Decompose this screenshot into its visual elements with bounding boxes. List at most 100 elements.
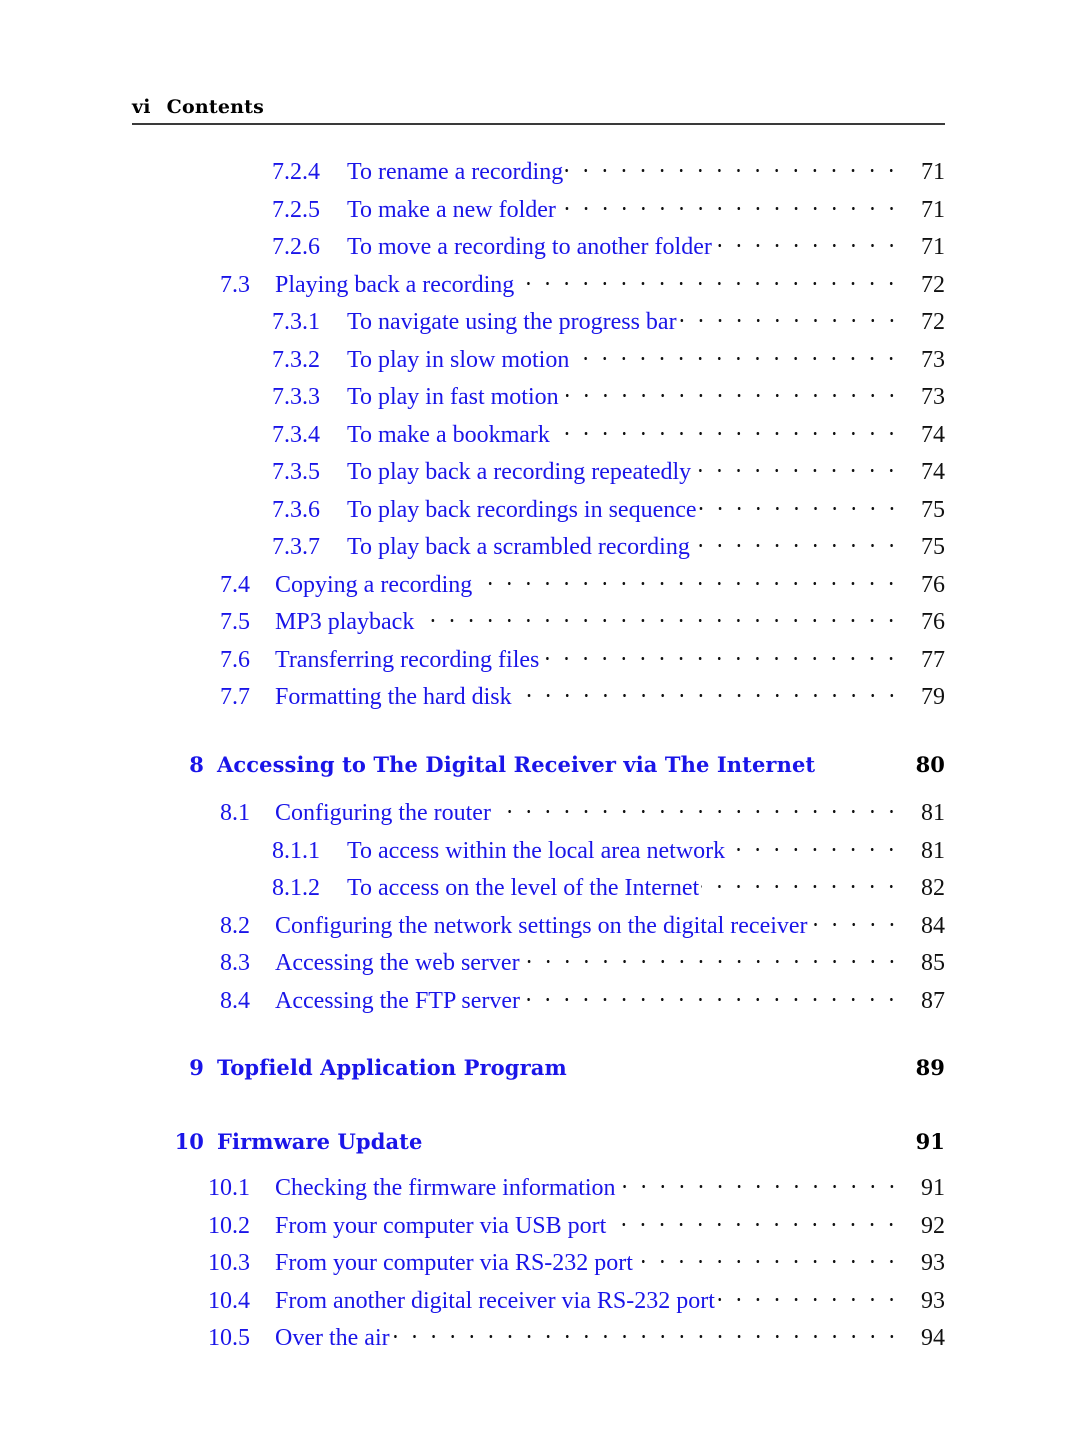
toc-dot-leader bbox=[569, 1051, 901, 1075]
toc-entry[interactable]: 7.3.5 To play back a recording repeatedly… bbox=[132, 455, 945, 493]
toc-entry-number: 7.3.6 bbox=[272, 496, 320, 523]
toc-entry-title: From your computer via USB port bbox=[275, 1212, 607, 1239]
toc-entry-page-number: 79 bbox=[921, 684, 945, 710]
toc-entry-title: Accessing the web server bbox=[275, 950, 520, 976]
toc-entry[interactable]: 10.2 From your computer via USB port 92 bbox=[132, 1209, 945, 1247]
toc-entry-title: To access on the level of the Internet bbox=[347, 875, 700, 901]
toc-entry[interactable]: 8.3 Accessing the web server 85 bbox=[132, 946, 945, 984]
toc-dot-leader bbox=[565, 155, 901, 179]
toc-entry-number: 9 bbox=[189, 1055, 204, 1080]
toc-entry[interactable]: 7.7 Formatting the hard disk 79 bbox=[132, 680, 945, 718]
toc-dot-leader bbox=[701, 871, 901, 895]
toc-entry[interactable]: 7.2.4 To rename a recording 71 bbox=[132, 155, 945, 193]
toc-entry-page-number: 80 bbox=[915, 751, 945, 777]
toc-entry-page-number: 81 bbox=[921, 800, 945, 826]
toc-entry-title: To rename a recording bbox=[347, 159, 564, 185]
toc-dot-leader bbox=[617, 1171, 901, 1195]
toc-dot-leader bbox=[698, 493, 901, 517]
toc-entry-number: 10 bbox=[174, 1128, 204, 1154]
toc-entry[interactable]: 7.3.6 To play back recordings in sequence… bbox=[132, 493, 945, 531]
table-of-contents: 7.2.4 To rename a recording 71 7.2.5 To make… bbox=[132, 155, 945, 1359]
toc-entry-number: 10.3 bbox=[208, 1250, 250, 1276]
toc-entry-number: 10.5 bbox=[208, 1325, 250, 1351]
toc-dot-leader bbox=[513, 680, 901, 704]
toc-entry[interactable]: 10.4 From another digital receiver via RS… bbox=[132, 1284, 945, 1322]
toc-entry-number: 8.1.2 bbox=[272, 875, 320, 901]
toc-entry-page-number: 72 bbox=[921, 271, 945, 298]
toc-entry[interactable]: 7.3.1 To navigate using the progress bar 7… bbox=[132, 305, 945, 343]
toc-entry[interactable]: 7.2.5 To make a new folder 71 bbox=[132, 193, 945, 231]
toc-entry[interactable]: 8.2 Configuring the network settings on t… bbox=[132, 909, 945, 947]
toc-entry-number: 7.6 bbox=[220, 646, 250, 673]
running-head-title: Contents bbox=[166, 96, 265, 118]
running-header-text: vi Contents bbox=[132, 96, 945, 118]
toc-entry-number: 7.2.4 bbox=[272, 159, 320, 185]
toc-dot-leader bbox=[516, 268, 901, 292]
toc-entry[interactable]: 7.6 Transferring recording files 77 bbox=[132, 643, 945, 681]
toc-entry-page-number: 81 bbox=[921, 837, 945, 864]
toc-entry-number: 8.4 bbox=[220, 987, 250, 1014]
toc-entry[interactable]: 8.1.1 To access within the local area net… bbox=[132, 834, 945, 872]
toc-entry[interactable]: 10.5 Over the air 94 bbox=[132, 1321, 945, 1359]
toc-dot-leader bbox=[608, 1209, 901, 1233]
toc-entry-title: To play back recordings in sequence bbox=[347, 496, 697, 523]
toc-entry-page-number: 73 bbox=[921, 384, 945, 410]
toc-entry-page-number: 93 bbox=[921, 1287, 945, 1314]
toc-entry-page-number: 71 bbox=[921, 234, 945, 260]
toc-dot-leader bbox=[424, 1125, 901, 1149]
toc-entry-page-number: 76 bbox=[921, 609, 945, 635]
toc-entry-number: 7.3.7 bbox=[272, 534, 320, 560]
toc-entry-number: 8.1 bbox=[220, 800, 250, 826]
toc-entry-number: 8 bbox=[189, 751, 204, 777]
toc-entry-number: 7.2.6 bbox=[272, 234, 320, 260]
toc-entry-number: 7.7 bbox=[220, 684, 250, 710]
toc-entry[interactable]: 8.4 Accessing the FTP server 87 bbox=[132, 984, 945, 1022]
toc-dot-leader bbox=[691, 530, 901, 554]
toc-entry[interactable]: 7.3.7 To play back a scrambled recording 7… bbox=[132, 530, 945, 568]
toc-entry[interactable]: 7.3 Playing back a recording 72 bbox=[132, 268, 945, 306]
toc-entry[interactable]: 9 Topfield Application Program 89 bbox=[132, 1051, 945, 1089]
toc-entry[interactable]: 7.3.3 To play in fast motion 73 bbox=[132, 380, 945, 418]
toc-entry[interactable]: 8 Accessing to The Digital Receiver via T… bbox=[132, 748, 945, 786]
toc-entry[interactable]: 7.3.2 To play in slow motion 73 bbox=[132, 343, 945, 381]
toc-entry[interactable]: 8.1.2 To access on the level of the Inter… bbox=[132, 871, 945, 909]
toc-entry-title: To access within the local area network bbox=[347, 837, 726, 864]
toc-entry-number: 8.2 bbox=[220, 912, 250, 939]
toc-entry-title: Over the air bbox=[275, 1325, 390, 1351]
toc-entry-page-number: 93 bbox=[921, 1250, 945, 1276]
toc-entry-title: To navigate using the progress bar bbox=[347, 309, 677, 335]
toc-dot-leader bbox=[817, 748, 901, 772]
toc-entry-number: 8.3 bbox=[220, 950, 250, 976]
toc-dot-leader bbox=[560, 380, 901, 404]
toc-entry[interactable]: 10 Firmware Update 91 bbox=[132, 1125, 945, 1163]
toc-dot-leader bbox=[693, 455, 901, 479]
toc-entry-number: 7.5 bbox=[220, 609, 250, 635]
toc-entry-page-number: 74 bbox=[921, 459, 945, 485]
toc-entry[interactable]: 7.5 MP3 playback 76 bbox=[132, 605, 945, 643]
toc-entry-title: Configuring the router bbox=[275, 800, 491, 826]
toc-entry-page-number: 92 bbox=[921, 1212, 945, 1239]
toc-entry-number: 10.1 bbox=[208, 1175, 250, 1201]
toc-entry[interactable]: 7.3.4 To make a bookmark 74 bbox=[132, 418, 945, 456]
toc-dot-leader bbox=[474, 568, 901, 592]
toc-dot-leader bbox=[809, 909, 901, 933]
toc-entry-title: To play in slow motion bbox=[347, 346, 570, 373]
toc-entry-number: 10.4 bbox=[208, 1287, 250, 1314]
toc-entry-number: 7.3.5 bbox=[272, 459, 320, 485]
toc-entry-number: 7.3.1 bbox=[272, 309, 320, 335]
toc-entry-page-number: 85 bbox=[921, 950, 945, 976]
toc-entry-number: 7.2.5 bbox=[272, 196, 320, 223]
toc-entry-title: To play back a recording repeatedly bbox=[347, 459, 692, 485]
toc-entry[interactable]: 7.4 Copying a recording 76 bbox=[132, 568, 945, 606]
toc-entry-page-number: 73 bbox=[921, 346, 945, 373]
running-header: vi Contents bbox=[132, 96, 945, 125]
toc-entry[interactable]: 8.1 Configuring the router 81 bbox=[132, 796, 945, 834]
toc-entry[interactable]: 10.3 From your computer via RS-232 port 93 bbox=[132, 1246, 945, 1284]
toc-entry[interactable]: 10.1 Checking the firmware information 91 bbox=[132, 1171, 945, 1209]
toc-dot-leader bbox=[571, 343, 901, 367]
toc-entry[interactable]: 7.2.6 To move a recording to another fold… bbox=[132, 230, 945, 268]
toc-dot-leader bbox=[727, 834, 901, 858]
toc-entry-title: MP3 playback bbox=[275, 609, 415, 635]
toc-entry-title: Accessing to The Digital Receiver via Th… bbox=[217, 751, 816, 777]
toc-entry-number: 7.3.4 bbox=[272, 421, 320, 448]
